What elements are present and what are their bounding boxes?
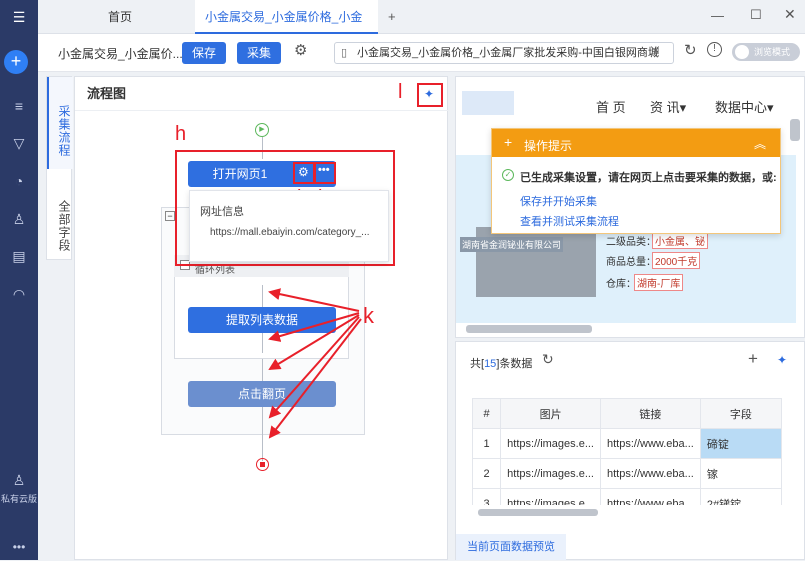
warehouse-value[interactable]: 湖南-厂库 — [634, 274, 684, 291]
cell: https://images.e... — [500, 428, 601, 459]
test-flow-link[interactable]: 查看并测试采集流程 — [520, 213, 619, 229]
alert-icon[interactable]: ! — [707, 42, 722, 57]
data-table: # 图片 链接 字段 1 https://images.e... https:/… — [471, 398, 783, 519]
users-icon[interactable]: ♙ — [9, 209, 29, 229]
cell: https://www.eba... — [600, 458, 701, 489]
cell: 1 — [471, 428, 502, 459]
add-tab-icon[interactable]: + — [388, 9, 396, 24]
header-field[interactable]: 字段 — [699, 398, 783, 429]
cell[interactable]: 镓 — [699, 458, 783, 489]
url-text: 小金属交易_小金属价格_小金属厂家批发采购-中国白银网商城 — [357, 47, 659, 59]
page-icon: ▯ — [341, 47, 348, 59]
tab-bar: 首页 小金属交易_小金属价格_小金 + — ☐ ✕ — [38, 0, 805, 34]
minimize-icon[interactable]: — — [711, 8, 724, 23]
refresh-icon[interactable]: ↻ — [684, 41, 697, 59]
add-field-icon[interactable]: + — [748, 349, 758, 369]
list-icon[interactable]: ≡ — [9, 96, 29, 116]
preview-tab[interactable]: 当前页面数据预览 — [456, 534, 566, 560]
nav-news[interactable]: 资 讯▾ — [650, 97, 686, 116]
document-icon[interactable]: ▤ — [9, 246, 29, 266]
vertical-scrollbar[interactable] — [790, 119, 800, 141]
warehouse-label: 仓库： — [606, 279, 636, 290]
private-cloud-label[interactable]: 私有云版 — [0, 492, 38, 505]
left-sidebar: ☰ + ≡ ▽ ◔ ♙ ▤ ◠ ♙ 私有云版 ••• — [0, 0, 38, 560]
tip-box: + 操作提示 ︽ ✓ 已生成采集设置，请在网页上点击要采集的数据，或: 保存并开… — [491, 128, 781, 234]
headset-icon[interactable]: ◠ — [9, 284, 29, 304]
tip-title: 操作提示 — [524, 139, 573, 153]
save-and-start-link[interactable]: 保存并开始采集 — [520, 193, 597, 209]
side-tabs: 采集流程 全部字段 — [46, 76, 73, 261]
header-index[interactable]: # — [471, 398, 502, 429]
horizontal-scrollbar[interactable] — [466, 325, 592, 333]
tab-home[interactable]: 首页 — [98, 0, 142, 34]
history-icon[interactable]: ◔ — [9, 171, 29, 191]
task-name[interactable]: 小金属交易_小金属价... — [58, 45, 183, 62]
open-url-icon[interactable]: ⇲ — [650, 44, 659, 57]
collect-button[interactable]: 采集 — [237, 42, 281, 64]
tab-active[interactable]: 小金属交易_小金属价格_小金 — [195, 0, 378, 34]
collapse-up-icon[interactable]: ︽ — [754, 135, 766, 152]
table-row: 1 https://images.e... https://www.eba...… — [471, 428, 783, 459]
grade-label: 二级品类： — [606, 237, 656, 248]
count-suffix: ]条数据 — [496, 358, 533, 370]
check-icon: ✓ — [502, 169, 514, 181]
settings-icon[interactable]: ⚙ — [294, 41, 307, 59]
nav-data-center[interactable]: 数据中心▾ — [715, 97, 774, 116]
menu-icon[interactable]: ☰ — [9, 7, 29, 27]
total-value[interactable]: 2000千克 — [652, 252, 701, 269]
site-logo — [462, 91, 514, 115]
flow-panel: 流程图 ✦ l h ▶ − − 循环列表 打开网页1 ⚙ ••• i j 网址信… — [74, 76, 449, 560]
plus-icon: + — [504, 134, 513, 150]
count-prefix: 共[ — [470, 358, 485, 370]
tab-flow[interactable]: 采集流程 — [47, 77, 73, 169]
pin-icon[interactable]: ✦ — [777, 353, 787, 367]
nav-home[interactable]: 首 页 — [596, 97, 626, 116]
header-image[interactable]: 图片 — [500, 398, 601, 429]
refresh-data-icon[interactable]: ↻ — [542, 351, 554, 368]
web-preview: 首 页 资 讯▾ 数据中心▾ 湖南省金润铋业有限公司 二级品类： 小金属、铋 商… — [455, 76, 805, 338]
toolbar: 小金属交易_小金属价... 保存 采集 ⚙ ▯ 小金属交易_小金属价格_小金属厂… — [38, 34, 805, 72]
cell[interactable]: 碲锭 — [699, 428, 783, 459]
browse-mode-label: 浏览模式 — [754, 47, 791, 57]
total-label: 商品总量： — [606, 257, 656, 268]
count-value: 15 — [484, 358, 497, 370]
data-count: 共[15]条数据 — [470, 355, 532, 371]
cell: 2 — [471, 458, 502, 489]
header-link[interactable]: 链接 — [600, 398, 701, 429]
tab-fields[interactable]: 全部字段 — [47, 173, 73, 261]
browse-mode-toggle[interactable]: 浏览模式 — [732, 43, 800, 61]
company-name[interactable]: 湖南省金润铋业有限公司 — [460, 237, 564, 252]
data-panel: 共[15]条数据 ↻ + ✦ # 图片 链接 字段 1 https://imag… — [455, 341, 805, 560]
close-icon[interactable]: ✕ — [784, 6, 796, 23]
cell: https://images.e... — [500, 458, 601, 489]
filter-icon[interactable]: ▽ — [9, 133, 29, 153]
save-button[interactable]: 保存 — [182, 42, 226, 64]
user-icon[interactable]: ♙ — [9, 470, 29, 490]
annotation-arrows — [268, 288, 362, 439]
more-icon[interactable]: ••• — [0, 540, 38, 554]
table-scrollbar[interactable] — [478, 509, 598, 516]
grade-value[interactable]: 小金属、铋 — [652, 232, 708, 249]
tip-message: 已生成采集设置，请在网页上点击要采集的数据，或: — [520, 172, 777, 184]
url-field[interactable]: ▯ 小金属交易_小金属价格_小金属厂家批发采购-中国白银网商城 — [334, 42, 674, 64]
cell: https://www.eba... — [600, 428, 701, 459]
table-row: 2 https://images.e... https://www.eba...… — [471, 458, 783, 489]
new-task-icon[interactable]: + — [4, 50, 28, 74]
table-header-row: # 图片 链接 字段 — [471, 398, 783, 429]
maximize-icon[interactable]: ☐ — [750, 7, 762, 23]
